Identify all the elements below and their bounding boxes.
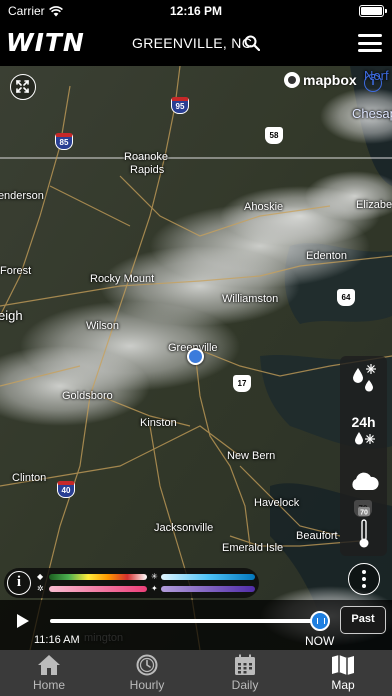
menu-line [358, 41, 382, 45]
place-label: Rapids [130, 164, 165, 176]
timeline-slider-thumb[interactable] [310, 611, 330, 631]
legend-info-button[interactable]: i [7, 571, 31, 595]
highway-shield: 58 [265, 127, 283, 144]
place-label: Forest [0, 265, 32, 277]
mix-scale-bar [49, 586, 147, 592]
ice-scale-bar [161, 586, 255, 592]
place-label: Henderson [0, 190, 44, 202]
place-label: Elizabe [356, 199, 392, 211]
past-button[interactable]: Past [340, 606, 386, 634]
bottom-tab-bar: Home Hourly Daily Map [0, 650, 392, 696]
highway-shield: 95 [171, 97, 189, 114]
play-icon[interactable] [17, 614, 29, 628]
place-label: Edenton [306, 250, 347, 262]
layers-panel: 24h 70 [340, 356, 387, 556]
map-info-button[interactable]: i [364, 74, 382, 92]
mapbox-attribution[interactable]: mapbox [284, 72, 357, 88]
timeline-start-time: 11:16 AM [34, 634, 80, 646]
map-icon [332, 655, 354, 675]
hamburger-menu-button[interactable] [358, 34, 382, 52]
hours-label: 24h [351, 414, 376, 430]
highway-shield: 40 [57, 481, 75, 498]
precip-layer-button[interactable] [340, 362, 387, 398]
menu-line [358, 34, 382, 37]
rain-snow-icon [354, 432, 375, 445]
tab-label: Map [331, 678, 355, 692]
tab-map[interactable]: Map [294, 650, 392, 696]
current-location-marker [187, 348, 204, 365]
highway-shield: 64 [337, 289, 355, 306]
place-label: Williamston [222, 293, 279, 305]
dot [362, 577, 366, 581]
more-options-button[interactable] [348, 563, 380, 595]
tab-daily[interactable]: Daily [196, 650, 294, 696]
app-header: WITN GREENVILLE, NC [0, 22, 392, 66]
dot [362, 584, 366, 588]
place-label: Roanoke [124, 151, 169, 163]
temperature-layer-button[interactable]: 70 [340, 506, 387, 552]
tab-home[interactable]: Home [0, 650, 98, 696]
cloud-icon [351, 472, 379, 490]
mapbox-logo-icon [284, 72, 300, 88]
place-label: Emerald Isle [222, 542, 284, 554]
status-time: 12:16 PM [169, 4, 223, 18]
mapbox-label: mapbox [303, 72, 357, 88]
tab-label: Home [32, 678, 65, 692]
expand-icon [16, 80, 29, 93]
location-label[interactable]: GREENVILLE, NC [132, 35, 252, 51]
home-icon [38, 655, 60, 675]
place-label: Havelock [254, 497, 300, 509]
app-screen: Carrier 12:16 PM WITN GREENVILLE, NC Nor… [0, 0, 392, 696]
radar-map[interactable]: Norf Chesap Roanoke Rapids Henderson Aho… [0, 66, 392, 650]
rain-scale-bar [49, 574, 147, 580]
place-label: Beaufort [296, 530, 338, 542]
highway-shield: 17 [233, 375, 251, 392]
thermometer-icon: 70 [357, 507, 370, 548]
timeline-now-label: NOW [305, 634, 335, 648]
place-label: Clinton [12, 472, 47, 484]
place-label: Chesap [352, 106, 392, 121]
witn-logo[interactable]: WITN [6, 28, 85, 57]
search-icon[interactable] [244, 35, 260, 51]
snow-legend-icon: ✳ [151, 572, 158, 581]
snow-scale-bar [161, 574, 255, 580]
dot [362, 570, 366, 574]
status-bar: Carrier 12:16 PM [0, 0, 392, 22]
place-label: Rocky Mount [90, 273, 155, 285]
place-label: Ahoskie [244, 201, 284, 213]
place-label: Wilson [86, 320, 120, 332]
precipitation-icon [352, 364, 376, 392]
tab-label: Daily [231, 678, 259, 692]
place-label: Kinston [140, 417, 177, 429]
tab-label: Hourly [129, 678, 165, 692]
tab-hourly[interactable]: Hourly [98, 650, 196, 696]
calendar-icon [235, 654, 255, 675]
clouds-layer-button[interactable] [340, 470, 387, 496]
radar-timeline: 11:16 AM NOW Past [0, 600, 392, 650]
place-label: New Bern [227, 450, 276, 462]
battery-icon [359, 5, 387, 17]
ice-legend-icon: ✦ [151, 584, 158, 593]
clock-icon [136, 654, 158, 676]
radar-legend: i ◆ ✲ ✳ ✦ [4, 568, 259, 598]
fullscreen-button[interactable] [10, 74, 36, 100]
highway-shield: 85 [55, 133, 73, 150]
accumulation-layer-button[interactable]: 24h [340, 414, 387, 454]
place-label: Jacksonville [154, 522, 214, 534]
timeline-track[interactable] [50, 619, 320, 623]
menu-line [358, 49, 382, 52]
svg-text:70: 70 [360, 510, 368, 517]
place-label: eigh [0, 308, 23, 323]
mix-legend-icon: ✲ [37, 584, 44, 593]
place-label: Goldsboro [62, 390, 113, 402]
rain-legend-icon: ◆ [37, 572, 44, 581]
